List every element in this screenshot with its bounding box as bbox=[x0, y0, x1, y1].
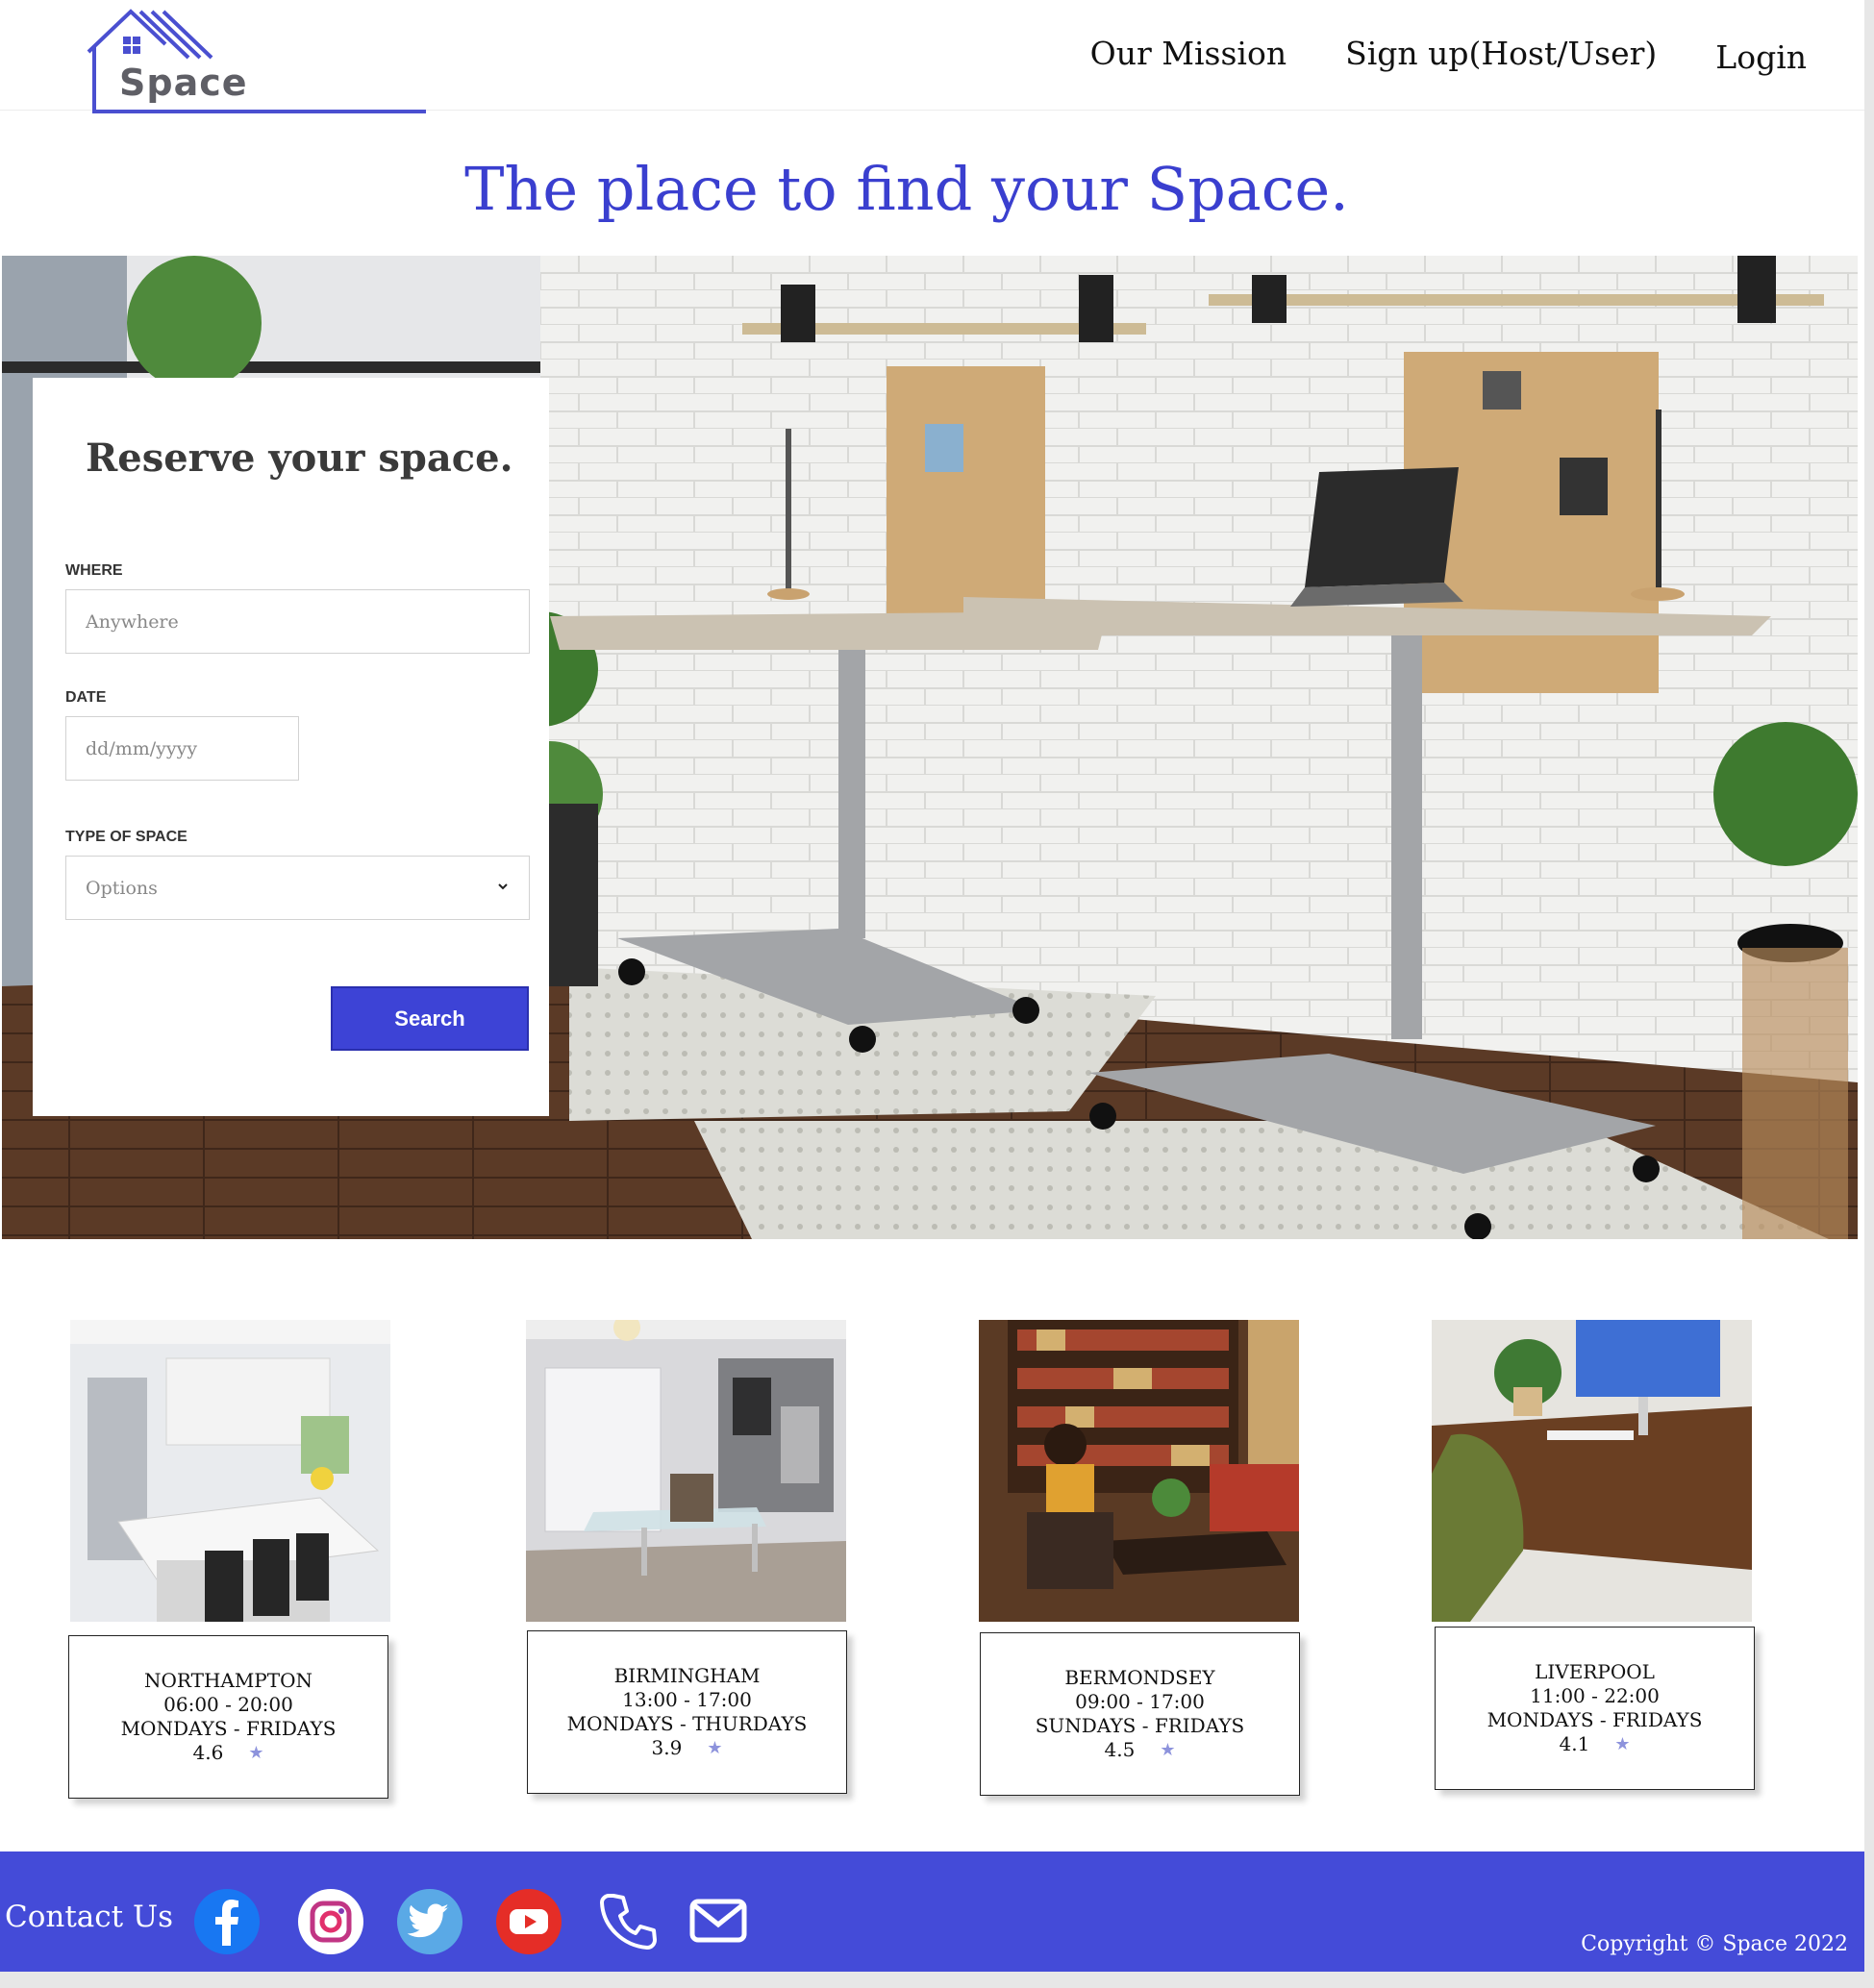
listing-photo-desk[interactable] bbox=[1432, 1320, 1752, 1622]
star-icon: ★ bbox=[707, 1738, 723, 1758]
desk-photo bbox=[1432, 1320, 1752, 1622]
type-label: TYPE OF SPACE bbox=[65, 829, 187, 845]
rating-value: 3.9 bbox=[651, 1736, 683, 1759]
listing-photo-kitchen[interactable] bbox=[70, 1320, 390, 1622]
date-field[interactable] bbox=[65, 716, 299, 781]
where-field[interactable] bbox=[65, 589, 530, 654]
twitter-icon[interactable] bbox=[396, 1888, 463, 1955]
rating-value: 4.1 bbox=[1559, 1732, 1590, 1755]
listing-rating: 4.1 ★ bbox=[1436, 1732, 1754, 1756]
listing-city: LIVERPOOL bbox=[1535, 1660, 1655, 1683]
kitchen-photo bbox=[70, 1320, 390, 1622]
nav-sign-up[interactable]: Sign up(Host/User) bbox=[1345, 35, 1657, 76]
listing-hours: 06:00 - 20:00 bbox=[163, 1693, 293, 1716]
date-label: DATE bbox=[65, 689, 107, 706]
listing-rating: 4.6 ★ bbox=[69, 1741, 387, 1765]
type-selected-value: Options bbox=[86, 877, 158, 899]
listing-card[interactable]: BERMONDSEY 09:00 - 17:00 SUNDAYS - FRIDA… bbox=[980, 1632, 1300, 1796]
copyright-text: Copyright © Space 2022 bbox=[1581, 1932, 1848, 1956]
hero-heading: The place to find your Space. bbox=[464, 154, 1349, 224]
listing-city: NORTHAMPTON bbox=[144, 1669, 312, 1692]
phone-icon[interactable] bbox=[594, 1888, 662, 1955]
nav-links: Our Mission Sign up(Host/User) Login bbox=[1090, 35, 1807, 76]
listing-days: MONDAYS - FRIDAYS bbox=[1487, 1708, 1703, 1731]
type-select[interactable]: Options bbox=[65, 856, 530, 920]
study-room-photo bbox=[526, 1320, 846, 1622]
nav-our-mission[interactable]: Our Mission bbox=[1090, 35, 1287, 76]
listing-hours: 13:00 - 17:00 bbox=[622, 1688, 752, 1711]
nav-login[interactable]: Login bbox=[1715, 38, 1807, 76]
where-input[interactable] bbox=[86, 610, 529, 633]
listing-city: BERMONDSEY bbox=[1064, 1666, 1215, 1689]
listing-city: BIRMINGHAM bbox=[613, 1664, 761, 1687]
where-label: WHERE bbox=[65, 562, 123, 579]
rating-value: 4.5 bbox=[1104, 1738, 1136, 1761]
footer: Contact Us Copyright © Space 2022 bbox=[0, 1851, 1864, 1972]
chevron-down-icon bbox=[498, 883, 508, 890]
reserve-panel: Reserve your space. WHERE DATE TYPE OF S… bbox=[33, 378, 549, 1116]
facebook-icon[interactable] bbox=[193, 1888, 261, 1955]
search-button[interactable]: Search bbox=[331, 986, 529, 1051]
contact-us-label: Contact Us bbox=[5, 1900, 173, 1934]
listing-rating: 4.5 ★ bbox=[981, 1738, 1299, 1762]
reserve-title: Reserve your space. bbox=[86, 435, 513, 481]
listing-days: MONDAYS - THURDAYS bbox=[566, 1712, 808, 1735]
star-icon: ★ bbox=[1160, 1740, 1176, 1760]
listing-rating: 3.9 ★ bbox=[528, 1736, 846, 1760]
youtube-icon[interactable] bbox=[495, 1888, 562, 1955]
listing-hours: 11:00 - 22:00 bbox=[1530, 1684, 1660, 1707]
mail-icon[interactable] bbox=[685, 1888, 752, 1955]
listing-days: MONDAYS - FRIDAYS bbox=[120, 1717, 337, 1740]
space-logo[interactable]: Space bbox=[85, 8, 426, 115]
logo-text: Space bbox=[119, 62, 248, 104]
listing-days: SUNDAYS - FRIDAYS bbox=[1035, 1714, 1245, 1737]
page-edge-bottom bbox=[0, 1972, 1874, 1988]
library-photo bbox=[979, 1320, 1299, 1622]
listing-card[interactable]: BIRMINGHAM 13:00 - 17:00 MONDAYS - THURD… bbox=[527, 1630, 847, 1794]
date-input[interactable] bbox=[86, 737, 298, 759]
page-edge bbox=[1864, 0, 1874, 1988]
listing-photo-study[interactable] bbox=[526, 1320, 846, 1622]
star-icon: ★ bbox=[248, 1743, 264, 1763]
listing-hours: 09:00 - 17:00 bbox=[1075, 1690, 1205, 1713]
listing-card[interactable]: LIVERPOOL 11:00 - 22:00 MONDAYS - FRIDAY… bbox=[1435, 1627, 1755, 1790]
listing-card[interactable]: NORTHAMPTON 06:00 - 20:00 MONDAYS - FRID… bbox=[68, 1635, 388, 1799]
navbar: Space Our Mission Sign up(Host/User) Log… bbox=[0, 0, 1874, 113]
instagram-icon[interactable] bbox=[297, 1888, 364, 1955]
listing-photo-library[interactable] bbox=[979, 1320, 1299, 1622]
star-icon: ★ bbox=[1614, 1734, 1631, 1754]
rating-value: 4.6 bbox=[192, 1741, 224, 1764]
